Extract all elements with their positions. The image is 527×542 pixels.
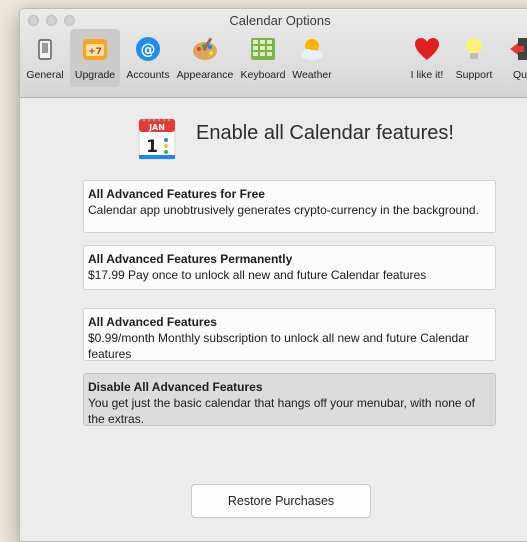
at-sign-icon: @ <box>134 35 162 63</box>
option-subscription[interactable]: All Advanced Features $0.99/month Monthl… <box>83 308 496 361</box>
svg-text:@: @ <box>141 41 156 59</box>
toolbar-label: I like it! <box>410 69 444 81</box>
upgrade-pane: JAN 1 Enable all Calendar features! All … <box>20 98 527 541</box>
svg-text:+7: +7 <box>88 47 102 57</box>
toolbar-item-accounts[interactable]: @ Accounts <box>122 29 174 87</box>
lightbulb-icon <box>460 35 488 63</box>
option-description: $0.99/month Monthly subscription to unlo… <box>88 331 469 361</box>
calendar-icon-month: JAN <box>148 123 165 132</box>
calendar-icon: JAN 1 <box>138 116 176 160</box>
keyboard-grid-icon <box>249 35 277 63</box>
toolbar-item-general[interactable]: General <box>22 29 68 87</box>
sun-cloud-icon <box>298 35 326 63</box>
option-description: You get just the basic calendar that han… <box>88 396 475 426</box>
phone-icon <box>31 35 59 63</box>
toolbar-label: General <box>26 69 64 81</box>
option-title: Disable All Advanced Features <box>88 380 263 394</box>
option-free[interactable]: All Advanced Features for Free Calendar … <box>83 180 496 233</box>
toolbar-label: Upgrade <box>74 69 116 81</box>
option-disable[interactable]: Disable All Advanced Features You get ju… <box>83 373 496 426</box>
toolbar-item-weather[interactable]: Weather <box>289 29 335 87</box>
toolbar-item-appearance[interactable]: Appearance <box>174 29 236 87</box>
toolbar-label: Keyboard <box>240 69 286 81</box>
heart-icon <box>413 35 441 63</box>
toolbar-item-upgrade[interactable]: +7 Upgrade <box>70 29 120 87</box>
option-title: All Advanced Features <box>88 315 217 329</box>
toolbar-label: Accounts <box>126 69 170 81</box>
toolbar-label: Support <box>455 69 493 81</box>
calendar-icon-day: 1 <box>146 137 158 157</box>
toolbar-label: Appearance <box>176 69 234 81</box>
exit-door-icon <box>508 35 527 63</box>
toolbar: General +7 Upgrade @ Accounts Appearance… <box>20 29 527 87</box>
option-permanent[interactable]: All Advanced Features Permanently $17.99… <box>83 245 496 290</box>
toolbar-label: Quit <box>513 69 527 81</box>
option-title: All Advanced Features Permanently <box>88 252 293 266</box>
option-description: Calendar app unobtrusively generates cry… <box>88 203 479 217</box>
paint-palette-icon <box>191 35 219 63</box>
toolbar-label: Weather <box>292 69 332 81</box>
toolbar-item-keyboard[interactable]: Keyboard <box>237 29 289 87</box>
option-description: $17.99 Pay once to unlock all new and fu… <box>88 268 427 282</box>
title-bar: Calendar Options General +7 Upgrade @ Ac… <box>20 9 527 98</box>
toolbar-item-quit[interactable]: Quit <box>500 29 527 87</box>
restore-purchases-button[interactable]: Restore Purchases <box>191 484 371 518</box>
hero-heading: Enable all Calendar features! <box>196 122 454 144</box>
toolbar-item-support[interactable]: Support <box>450 29 498 87</box>
window-title: Calendar Options <box>229 13 331 28</box>
calendar-upgrade-icon: +7 <box>81 35 109 63</box>
option-title: All Advanced Features for Free <box>88 187 265 201</box>
preferences-window: Calendar Options General +7 Upgrade @ Ac… <box>19 8 527 542</box>
toolbar-item-i-like-it[interactable]: I like it! <box>404 29 450 87</box>
